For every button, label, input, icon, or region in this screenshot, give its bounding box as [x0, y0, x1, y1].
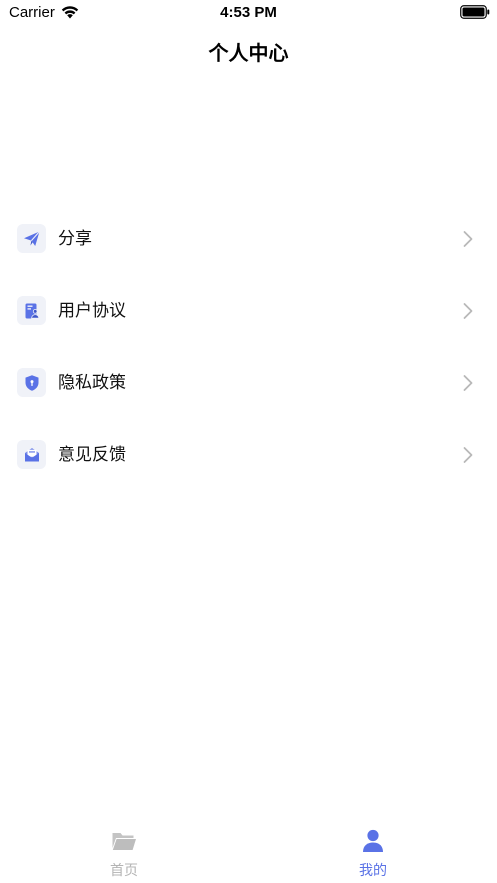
menu-item-label: 隐私政策 — [58, 373, 126, 393]
status-bar: Carrier 4:53 PM — [0, 0, 497, 26]
battery-icon — [460, 5, 490, 19]
paper-plane-icon — [17, 224, 46, 253]
user-agreement-icon — [17, 296, 46, 325]
tab-home[interactable]: 首页 — [0, 818, 248, 883]
chevron-right-icon — [463, 231, 473, 247]
chevron-right-icon — [463, 303, 473, 319]
user-icon — [363, 829, 383, 852]
menu-item-user-agreement[interactable]: 用户协议 — [0, 275, 497, 347]
menu-item-label: 用户协议 — [58, 301, 126, 321]
menu-item-label: 意见反馈 — [58, 445, 126, 465]
status-time: 4:53 PM — [220, 4, 277, 21]
menu-item-share[interactable]: 分享 — [0, 203, 497, 275]
folder-icon — [112, 833, 136, 850]
menu-list: 分享 用户协议 隐私政策 意见反馈 — [0, 203, 497, 491]
page-title: 个人中心 — [208, 41, 289, 65]
chevron-right-icon — [463, 447, 473, 463]
envelope-icon — [17, 440, 46, 469]
tab-mine[interactable]: 我的 — [249, 818, 497, 883]
menu-item-feedback[interactable]: 意见反馈 — [0, 419, 497, 491]
tab-home-label: 首页 — [110, 863, 138, 879]
tab-mine-label: 我的 — [359, 863, 387, 879]
tab-bar: 首页 我的 — [0, 818, 497, 883]
chevron-right-icon — [463, 375, 473, 391]
shield-icon — [17, 368, 46, 397]
menu-item-privacy-policy[interactable]: 隐私政策 — [0, 347, 497, 419]
menu-item-label: 分享 — [58, 229, 92, 249]
